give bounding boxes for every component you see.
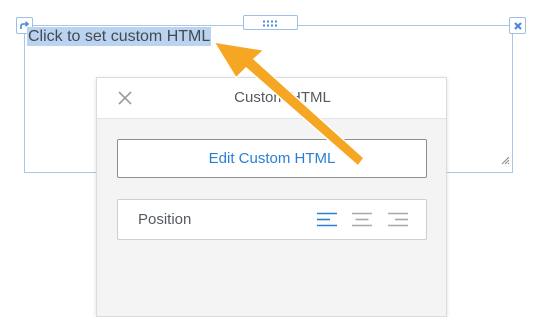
close-x-icon xyxy=(513,21,523,31)
resize-grip-icon[interactable] xyxy=(501,152,510,170)
panel-header: Custom HTML xyxy=(97,78,446,119)
drag-dots-icon xyxy=(262,14,280,32)
align-right-icon[interactable] xyxy=(388,212,408,227)
panel-title: Custom HTML xyxy=(234,89,331,106)
position-row: Position xyxy=(117,199,427,240)
position-label: Position xyxy=(138,211,192,228)
drag-handle[interactable] xyxy=(243,15,298,30)
align-center-icon[interactable] xyxy=(352,212,372,227)
custom-html-panel: Custom HTML Edit Custom HTML Position xyxy=(96,77,447,317)
align-left-icon[interactable] xyxy=(317,212,337,227)
close-icon[interactable] xyxy=(118,91,132,105)
edit-custom-html-button[interactable]: Edit Custom HTML xyxy=(117,139,427,178)
delete-button[interactable] xyxy=(509,17,526,34)
custom-html-placeholder[interactable]: Click to set custom HTML xyxy=(27,27,212,46)
